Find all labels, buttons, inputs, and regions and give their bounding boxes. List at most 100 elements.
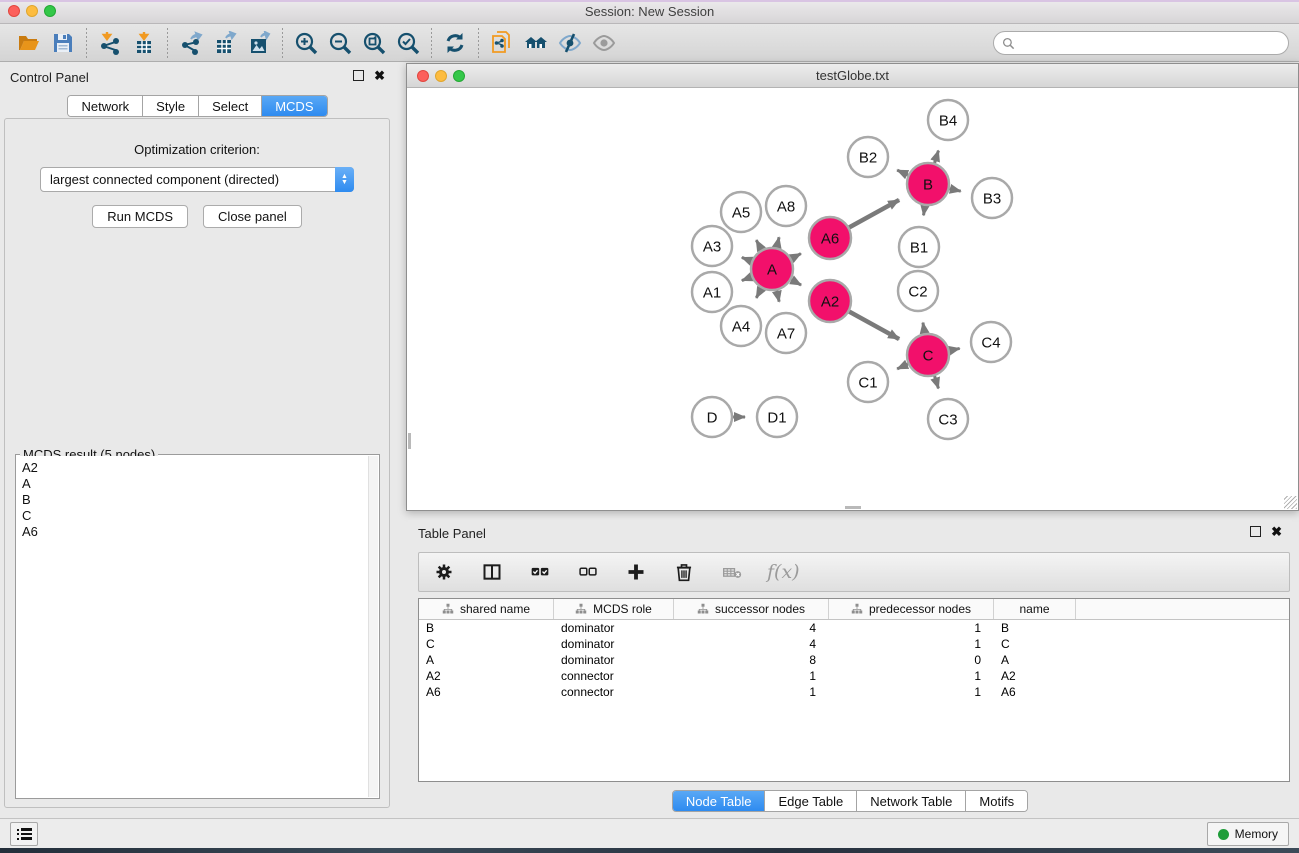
edge-A-A8[interactable] bbox=[777, 237, 779, 247]
export-image-button[interactable] bbox=[242, 28, 276, 58]
import-network-button[interactable] bbox=[93, 28, 127, 58]
window-resize-grip[interactable] bbox=[1284, 496, 1297, 509]
column-header-predecessor-nodes[interactable]: predecessor nodes bbox=[829, 599, 994, 619]
edge-C-C4[interactable] bbox=[950, 348, 960, 350]
vertical-scroll-thumb[interactable] bbox=[408, 433, 411, 449]
zoom-in-button[interactable] bbox=[289, 28, 323, 58]
table-row[interactable]: Adominator80A bbox=[419, 652, 1289, 668]
mcds-result-item[interactable]: C bbox=[22, 508, 368, 524]
new-network-from-selection-button[interactable] bbox=[485, 28, 519, 58]
edge-A6-B[interactable] bbox=[849, 200, 899, 227]
search-input[interactable] bbox=[1019, 33, 1288, 53]
panel-menu-button[interactable] bbox=[10, 822, 38, 846]
edge-B-B1[interactable] bbox=[924, 206, 925, 216]
delete-column-button[interactable] bbox=[671, 559, 697, 585]
column-header-successor-nodes[interactable]: successor nodes bbox=[674, 599, 829, 619]
zoom-selected-button[interactable] bbox=[391, 28, 425, 58]
attribute-type-icon bbox=[442, 603, 454, 615]
table-cell: 1 bbox=[829, 621, 994, 635]
first-neighbors-button[interactable] bbox=[519, 28, 553, 58]
column-header-label: successor nodes bbox=[715, 602, 805, 616]
edge-A-A6[interactable] bbox=[791, 254, 800, 259]
tab-motifs[interactable]: Motifs bbox=[966, 791, 1027, 811]
mcds-result-item[interactable]: A6 bbox=[22, 524, 368, 540]
mcds-result-box: MCDS result (5 nodes) A2ABCA6 bbox=[15, 454, 380, 799]
function-builder-button[interactable]: f(x) bbox=[767, 559, 800, 585]
column-header-MCDS-role[interactable]: MCDS role bbox=[554, 599, 674, 619]
add-column-button[interactable] bbox=[623, 559, 649, 585]
horizontal-scroll-thumb[interactable] bbox=[845, 506, 861, 509]
memory-button[interactable]: Memory bbox=[1207, 822, 1289, 846]
zoom-out-button[interactable] bbox=[323, 28, 357, 58]
edge-C-C1[interactable] bbox=[897, 364, 908, 369]
column-header-label: MCDS role bbox=[593, 602, 652, 616]
tab-network[interactable]: Network bbox=[68, 96, 143, 116]
network-canvas[interactable]: AA1A2A3A4A5A6A7A8BB1B2B3B4CC1C2C3C4DD1 bbox=[408, 88, 1297, 509]
import-table-button[interactable] bbox=[127, 28, 161, 58]
app-window: Session: New Session bbox=[0, 0, 1299, 853]
zoom-out-icon bbox=[328, 31, 352, 55]
mcds-result-list: A2ABCA6 bbox=[17, 456, 368, 797]
edge-A-A2[interactable] bbox=[791, 280, 801, 285]
edge-A-A5[interactable] bbox=[756, 240, 761, 250]
eye-slash-icon bbox=[558, 31, 582, 55]
optimization-criterion-dropdown[interactable]: largest connected component (directed) ▲… bbox=[40, 167, 354, 192]
mcds-result-item[interactable]: B bbox=[22, 492, 368, 508]
run-mcds-button[interactable]: Run MCDS bbox=[92, 205, 188, 228]
node-label-C2: C2 bbox=[908, 283, 927, 300]
table-row[interactable]: A2connector11A2 bbox=[419, 668, 1289, 684]
column-layout-button[interactable] bbox=[479, 559, 505, 585]
table-row[interactable]: Cdominator41C bbox=[419, 636, 1289, 652]
tab-select[interactable]: Select bbox=[199, 96, 262, 116]
mcds-tab-content: Optimization criterion: largest connecte… bbox=[4, 118, 390, 808]
tab-edge-table[interactable]: Edge Table bbox=[765, 791, 857, 811]
export-table-button[interactable] bbox=[208, 28, 242, 58]
tab-node-table[interactable]: Node Table bbox=[673, 791, 766, 811]
edge-A-A4[interactable] bbox=[756, 288, 761, 298]
tab-style[interactable]: Style bbox=[143, 96, 199, 116]
result-list-scrollbar[interactable] bbox=[368, 456, 378, 797]
show-all-button[interactable] bbox=[587, 28, 621, 58]
table-row[interactable]: Bdominator41B bbox=[419, 620, 1289, 636]
toolbar-separator bbox=[431, 28, 432, 58]
tab-mcds[interactable]: MCDS bbox=[262, 96, 326, 116]
save-session-button[interactable] bbox=[46, 28, 80, 58]
deselect-all-columns-button[interactable] bbox=[575, 559, 601, 585]
tab-network-table[interactable]: Network Table bbox=[857, 791, 966, 811]
column-header-name[interactable]: name bbox=[994, 599, 1076, 619]
edge-A-A1[interactable] bbox=[742, 277, 752, 281]
control-panel: Control Panel ✖ NetworkStyleSelectMCDS O… bbox=[0, 62, 395, 818]
float-panel-button[interactable] bbox=[353, 70, 364, 81]
edge-C-C3[interactable] bbox=[935, 376, 939, 388]
table-row[interactable]: A6connector11A6 bbox=[419, 684, 1289, 700]
mcds-result-item[interactable]: A2 bbox=[22, 460, 368, 476]
search-box bbox=[993, 31, 1289, 55]
float-table-panel-button[interactable] bbox=[1250, 526, 1261, 537]
export-network-icon bbox=[179, 31, 203, 55]
hide-selected-button[interactable] bbox=[553, 28, 587, 58]
delete-table-button[interactable] bbox=[719, 559, 745, 585]
edge-A-A3[interactable] bbox=[742, 257, 752, 261]
edge-A2-C[interactable] bbox=[849, 312, 899, 339]
edge-A-A7[interactable] bbox=[777, 290, 779, 301]
edge-C-C2[interactable] bbox=[923, 323, 925, 334]
edge-B-B2[interactable] bbox=[897, 170, 908, 175]
plus-icon bbox=[626, 562, 646, 582]
table-cell: 1 bbox=[829, 685, 994, 699]
table-settings-button[interactable] bbox=[431, 559, 457, 585]
attribute-type-icon bbox=[851, 603, 863, 615]
close-panel-button-mcds[interactable]: Close panel bbox=[203, 205, 302, 228]
export-network-button[interactable] bbox=[174, 28, 208, 58]
refresh-button[interactable] bbox=[438, 28, 472, 58]
close-panel-button[interactable]: ✖ bbox=[374, 70, 385, 81]
network-window-titlebar[interactable]: testGlobe.txt bbox=[407, 64, 1298, 88]
edge-B-B3[interactable] bbox=[949, 189, 960, 191]
column-header-shared-name[interactable]: shared name bbox=[419, 599, 554, 619]
network-view-window: testGlobe.txt AA1A2A3A4A5A6A7A8BB1B2B3B4… bbox=[406, 63, 1299, 511]
edge-B-B4[interactable] bbox=[935, 151, 939, 163]
select-all-columns-button[interactable] bbox=[527, 559, 553, 585]
mcds-result-item[interactable]: A bbox=[22, 476, 368, 492]
open-session-button[interactable] bbox=[12, 28, 46, 58]
zoom-fit-button[interactable] bbox=[357, 28, 391, 58]
close-table-panel-button[interactable]: ✖ bbox=[1271, 526, 1282, 537]
